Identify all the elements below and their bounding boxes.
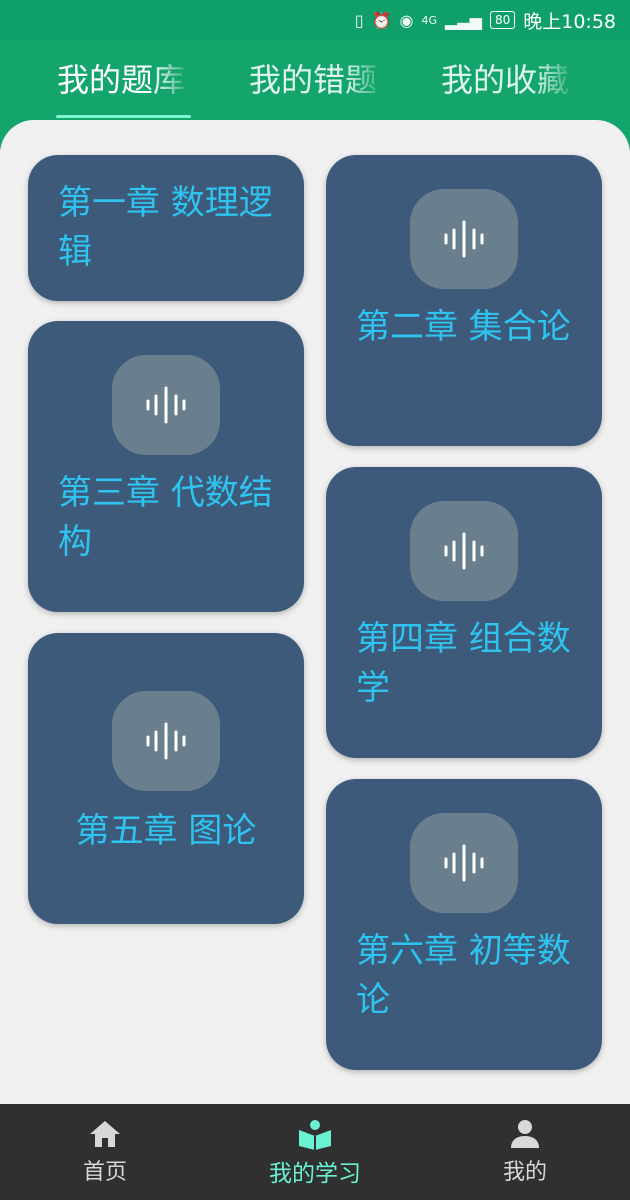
nav-home-label: 首页 [82, 1160, 127, 1185]
vibrate-icon: ▯ [354, 10, 364, 30]
home-icon [90, 1121, 120, 1147]
chapter-card-2[interactable]: 第二章 集合论 [326, 155, 602, 446]
chapter-card-6[interactable]: 第六章 初等数论 [326, 779, 602, 1070]
chapter-title: 第二章 集合论 [356, 307, 571, 347]
status-bar: ▯ ⏰ ◉ 4G ▂▃▅ 80 晚上10:58 [0, 0, 630, 40]
audio-wave-icon [410, 501, 518, 601]
chapter-title: 第一章 数理逻辑 [58, 183, 273, 272]
active-tab-indicator [56, 115, 191, 118]
alarm-icon: ⏰ [371, 10, 392, 30]
nav-my-study-label: 我的学习 [269, 1161, 361, 1187]
chapter-card-4[interactable]: 第四章 组合数学 [326, 467, 602, 758]
nav-profile-label: 我的 [502, 1160, 547, 1185]
chapter-title: 第四章 组合数学 [356, 619, 571, 708]
book-reader-icon [299, 1120, 331, 1150]
network-label: 4G [421, 13, 438, 27]
chapter-card-1[interactable]: 第一章 数理逻辑 [28, 155, 304, 301]
chapter-title: 第六章 初等数论 [356, 931, 571, 1020]
audio-wave-icon [410, 813, 518, 913]
bottom-nav: 首页 我的学习 我的 [0, 1104, 630, 1200]
signal-icon: ▂▃▅ [445, 10, 482, 30]
audio-wave-icon [112, 355, 220, 455]
person-icon [511, 1120, 539, 1148]
tab-bar: 我的题库 我的错题 我的收藏 [0, 40, 630, 120]
nav-home[interactable]: 首页 [0, 1104, 210, 1200]
tab-wrong-questions[interactable]: 我的错题 [249, 40, 386, 120]
eye-icon: ◉ [399, 10, 414, 30]
audio-wave-icon [410, 189, 518, 289]
chapter-list: 第一章 数理逻辑 第二章 集合论 第三章 代数结构 第四章 组合数学 第五章 图… [0, 120, 630, 1104]
tab-favorites[interactable]: 我的收藏 [441, 40, 576, 120]
battery-icon: 80 [489, 11, 516, 29]
nav-my-study[interactable]: 我的学习 [210, 1104, 420, 1200]
tab-question-bank[interactable]: 我的题库 [57, 40, 192, 120]
chapter-title: 第五章 图论 [75, 811, 257, 851]
nav-profile[interactable]: 我的 [420, 1104, 630, 1200]
status-time: 晚上10:58 [523, 10, 616, 33]
audio-wave-icon [112, 691, 220, 791]
chapter-title: 第三章 代数结构 [58, 473, 273, 562]
chapter-card-5[interactable]: 第五章 图论 [28, 633, 304, 924]
chapter-card-3[interactable]: 第三章 代数结构 [28, 321, 304, 612]
